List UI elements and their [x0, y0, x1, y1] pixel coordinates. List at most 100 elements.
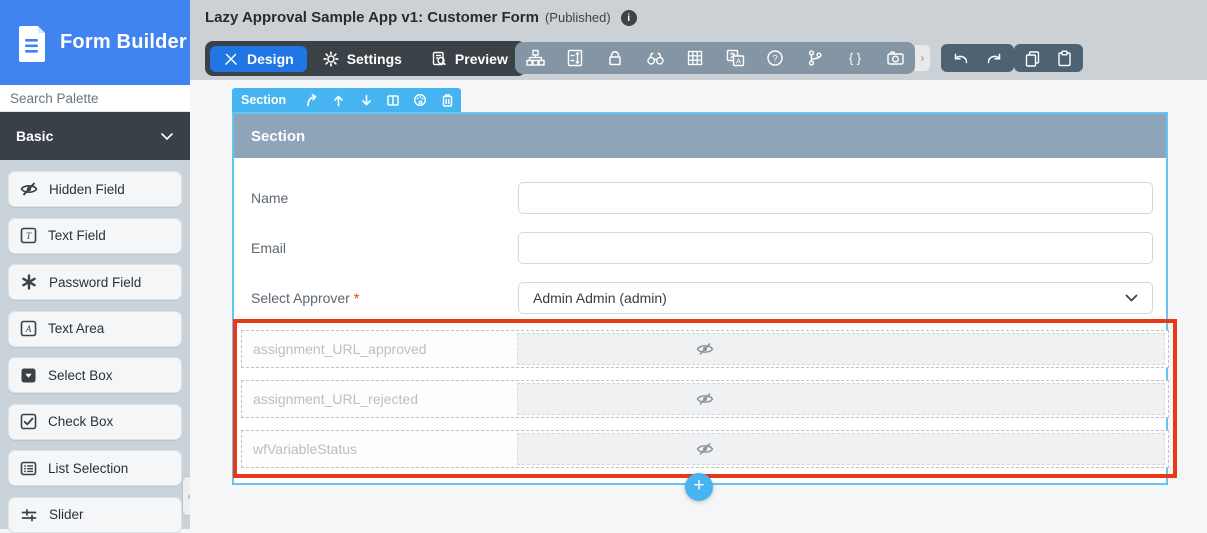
info-icon[interactable]: i	[621, 10, 637, 26]
translate-button[interactable]: A	[715, 42, 755, 74]
chevron-down-icon	[160, 132, 174, 141]
tab-preview[interactable]: Preview	[418, 46, 521, 72]
hidden-field-row[interactable]: assignment_URL_rejected	[241, 380, 1169, 418]
asterisk-icon	[20, 273, 38, 291]
topbar: Lazy Approval Sample App v1: Customer Fo…	[190, 0, 1207, 80]
section-title: Section	[251, 128, 305, 145]
search-palette-row	[0, 85, 190, 112]
palette-item-text-field[interactable]: T Text Field	[8, 218, 182, 254]
palette-item-select-box[interactable]: Select Box	[8, 357, 182, 393]
form-canvas: Section Section Name Email	[190, 80, 1207, 529]
email-field-input[interactable]	[518, 232, 1153, 264]
eye-slash-icon	[20, 180, 38, 198]
grid-button[interactable]	[675, 42, 715, 74]
app-name: Form Builder	[60, 31, 187, 54]
gear-icon	[323, 51, 339, 67]
copy-button[interactable]	[1024, 50, 1041, 67]
approver-select[interactable]: Admin Admin (admin)	[518, 282, 1153, 314]
hidden-field-label: assignment_URL_approved	[253, 341, 427, 357]
hidden-field-label: assignment_URL_rejected	[253, 391, 418, 407]
palette-item-check-box[interactable]: Check Box	[8, 404, 182, 440]
field-row-select-approver[interactable]: Select Approver* Admin Admin (admin)	[234, 281, 1166, 315]
move-down-button[interactable]	[352, 88, 379, 112]
mode-tabs: Design Settings Preview	[205, 41, 526, 76]
sitemap-button[interactable]	[515, 42, 555, 74]
eye-slash-icon	[696, 340, 714, 358]
binoculars-button[interactable]	[635, 42, 675, 74]
move-up-button[interactable]	[325, 88, 352, 112]
accordion-label: Basic	[16, 128, 53, 144]
title-row: Lazy Approval Sample App v1: Customer Fo…	[205, 9, 637, 26]
svg-text:T: T	[26, 231, 32, 241]
delete-section-button[interactable]	[434, 88, 461, 112]
field-label: Select Approver*	[251, 290, 359, 306]
field-row-email[interactable]: Email	[234, 231, 1166, 265]
tab-label: Settings	[347, 51, 402, 67]
field-label: Email	[251, 240, 286, 256]
select-box-icon	[20, 367, 37, 384]
tab-label: Design	[247, 51, 294, 67]
columns-button[interactable]	[380, 88, 407, 112]
palette-item-label: Check Box	[48, 414, 113, 429]
chevron-right-icon: ›	[921, 51, 925, 65]
palette-item-password-field[interactable]: Password Field	[8, 264, 182, 300]
svg-text:A: A	[735, 57, 740, 66]
hidden-field-row[interactable]: assignment_URL_approved	[241, 330, 1169, 368]
help-icon: ?	[766, 49, 784, 67]
style-palette-button[interactable]	[407, 88, 434, 112]
help-button[interactable]: ?	[755, 42, 795, 74]
svg-text:A: A	[25, 324, 32, 334]
hidden-field-row[interactable]: wfVariableStatus	[241, 430, 1169, 468]
eye-slash-icon	[696, 440, 714, 458]
section-toolbar-label: Section	[232, 93, 298, 107]
hidden-field-preview	[517, 383, 1165, 415]
palette-item-text-area[interactable]: A Text Area	[8, 311, 182, 347]
app-brand: Form Builder	[0, 0, 190, 85]
undo-button[interactable]	[951, 50, 970, 67]
toolbar-overflow-button[interactable]: ›	[915, 45, 930, 71]
accordion-basic[interactable]: Basic	[0, 112, 190, 160]
palette-item-hidden-field[interactable]: Hidden Field	[8, 171, 182, 207]
section-header[interactable]: Section	[234, 114, 1166, 158]
check-box-icon	[20, 413, 37, 430]
tab-design[interactable]: Design	[210, 46, 307, 72]
name-field-input[interactable]	[518, 182, 1153, 214]
redo-button[interactable]	[985, 50, 1004, 67]
move-top-button[interactable]	[298, 88, 325, 112]
palette-item-label: Hidden Field	[49, 182, 125, 197]
tab-label: Preview	[455, 51, 508, 67]
paste-button[interactable]	[1056, 50, 1073, 67]
add-element-button[interactable]: +	[685, 473, 713, 501]
search-palette-input[interactable]	[0, 91, 190, 106]
braces-icon: { }	[845, 49, 865, 67]
plus-icon: +	[693, 475, 704, 497]
camera-button[interactable]	[875, 42, 915, 74]
boxed-a-icon: A	[20, 320, 37, 337]
eye-slash-icon	[696, 390, 714, 408]
translate-icon: A	[726, 49, 745, 67]
palette-item-slider[interactable]: Slider	[8, 497, 182, 533]
tools-toolbar: A ? { }	[515, 42, 915, 74]
hidden-field-preview	[517, 433, 1165, 465]
section-toolbar: Section	[232, 88, 461, 112]
design-icon	[223, 51, 239, 67]
publish-status: (Published)	[545, 10, 611, 25]
list-icon	[20, 460, 37, 477]
palette-item-label: List Selection	[48, 461, 128, 476]
palette-item-label: Text Field	[48, 228, 106, 243]
form-fields-button[interactable]	[555, 42, 595, 74]
preview-icon	[431, 51, 447, 67]
palette-item-label: Select Box	[48, 368, 113, 383]
hidden-field-preview	[517, 333, 1165, 365]
svg-text:?: ?	[772, 54, 777, 65]
palette-item-list-selection[interactable]: List Selection	[8, 450, 182, 486]
branch-button[interactable]	[795, 42, 835, 74]
hidden-fields-highlight: assignment_URL_approved assignment_URL_r…	[233, 319, 1177, 478]
required-asterisk: *	[354, 290, 359, 306]
lock-button[interactable]	[595, 42, 635, 74]
approver-select-value: Admin Admin (admin)	[533, 290, 667, 306]
field-row-name[interactable]: Name	[234, 181, 1166, 215]
form-fields-icon	[566, 49, 584, 67]
tab-settings[interactable]: Settings	[310, 46, 415, 72]
braces-button[interactable]: { }	[835, 42, 875, 74]
